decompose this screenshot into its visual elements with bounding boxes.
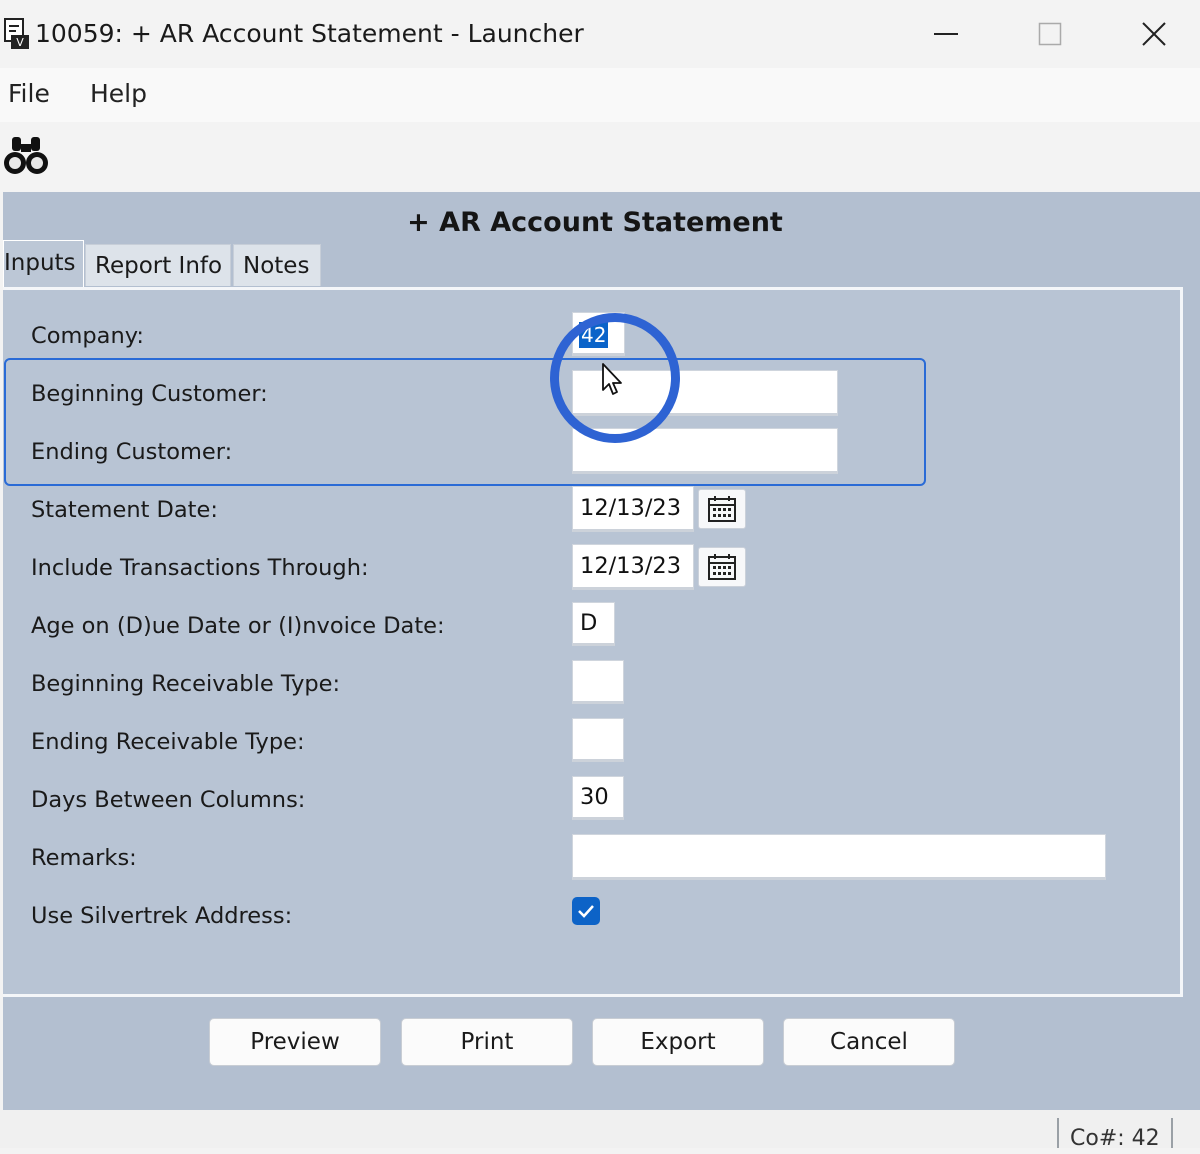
- close-button[interactable]: [1102, 0, 1200, 68]
- tab-notes[interactable]: Notes: [233, 244, 321, 286]
- days-between-columns-input[interactable]: [572, 776, 624, 820]
- find-button[interactable]: [3, 134, 53, 178]
- tab-report-info[interactable]: Report Info: [85, 244, 231, 286]
- svg-text:V: V: [16, 36, 24, 49]
- highlight-box: [4, 358, 926, 486]
- print-button[interactable]: Print: [401, 1018, 573, 1066]
- remarks-label: Remarks:: [31, 845, 137, 871]
- include-through-input[interactable]: [572, 544, 694, 590]
- menu-bar: [0, 68, 1200, 122]
- cancel-button[interactable]: Cancel: [783, 1018, 955, 1066]
- beginning-receivable-type-input[interactable]: [572, 660, 624, 704]
- binoculars-icon: [4, 137, 48, 174]
- form-title: + AR Account Statement: [407, 207, 783, 238]
- statement-date-input[interactable]: [572, 486, 694, 532]
- export-button[interactable]: Export: [592, 1018, 764, 1066]
- menu-file[interactable]: File: [8, 76, 50, 112]
- report-launcher-icon: V: [2, 18, 30, 50]
- window-title: 10059: + AR Account Statement - Launcher: [35, 19, 584, 48]
- include-through-calendar-button[interactable]: [698, 547, 746, 587]
- toolbar: [0, 122, 1200, 192]
- statement-date-label: Statement Date:: [31, 497, 218, 523]
- statement-date-calendar-button[interactable]: [698, 489, 746, 529]
- days-between-columns-label: Days Between Columns:: [31, 787, 306, 813]
- company-status: Co#: 42: [1070, 1126, 1160, 1151]
- menu-help[interactable]: Help: [90, 76, 147, 112]
- status-divider: [1171, 1118, 1173, 1148]
- use-silvertrek-address-label: Use Silvertrek Address:: [31, 903, 293, 929]
- use-silvertrek-address-checkbox[interactable]: [572, 897, 600, 925]
- status-divider: [1057, 1118, 1059, 1148]
- age-on-input[interactable]: [572, 602, 615, 646]
- maximize-button[interactable]: [998, 0, 1102, 68]
- tab-inputs[interactable]: Inputs: [3, 240, 84, 288]
- ending-receivable-type-input[interactable]: [572, 718, 624, 762]
- minimize-button[interactable]: [895, 0, 999, 68]
- beginning-receivable-type-label: Beginning Receivable Type:: [31, 671, 341, 697]
- minimize-icon: [934, 33, 958, 35]
- ending-receivable-type-label: Ending Receivable Type:: [31, 729, 305, 755]
- maximize-icon: [1038, 22, 1062, 46]
- status-bar: [0, 1110, 1200, 1148]
- include-through-label: Include Transactions Through:: [31, 555, 369, 581]
- preview-button[interactable]: Preview: [209, 1018, 381, 1066]
- checkmark-icon: [578, 905, 594, 918]
- calendar-icon: [708, 496, 736, 522]
- remarks-input[interactable]: [572, 834, 1106, 880]
- age-on-label: Age on (D)ue Date or (I)nvoice Date:: [31, 613, 445, 639]
- mouse-cursor-icon: [600, 362, 626, 398]
- close-icon: [1142, 22, 1166, 46]
- company-label: Company:: [31, 323, 144, 349]
- calendar-icon: [708, 554, 736, 580]
